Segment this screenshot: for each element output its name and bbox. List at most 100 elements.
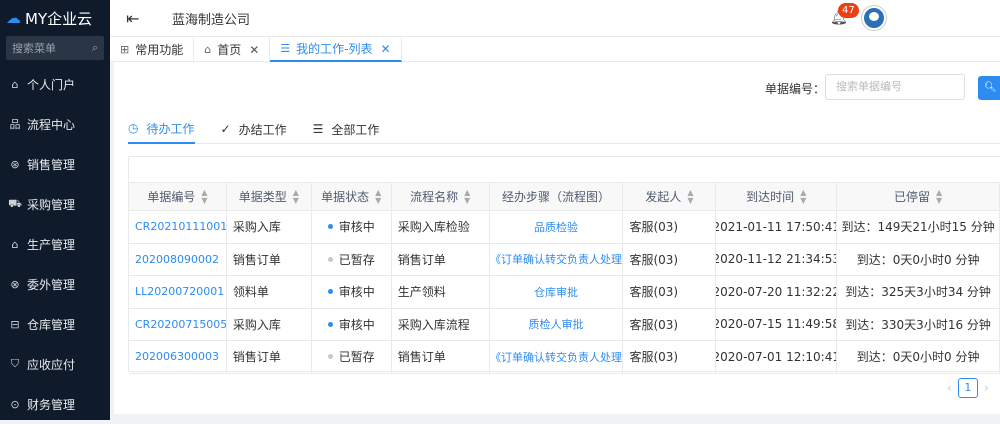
logo-text: MY企业云 [25,9,93,28]
work-table: 单据编号 ▲ ▼ 单据类型 ▲ ▼ 单据状态 ▲ ▼ 流程名称 ▲ ▼ 经办步骤（流程图） 发起人 ▲ ▼ 到达… [128,156,1000,374]
sidebar-item[interactable]: ⊛ 销售管理 [0,144,110,184]
sidebar-item[interactable]: ⊗ 委外管理 [0,264,110,304]
logo[interactable]: ☁ MY企业云 [0,0,110,36]
dollar-icon: ⊛ [10,157,20,171]
close-icon[interactable]: ✕ [381,42,391,56]
sidebar-item[interactable]: ⛉ 应收应付 [0,344,110,384]
status-cell: 审核中 [312,276,392,308]
page-number[interactable]: 1 [957,378,978,398]
work-tab[interactable]: ✓ 办结工作 [221,114,287,144]
doc-number-search-input[interactable]: 搜索单据编号 [825,74,965,100]
column-header-label: 经办步骤（流程图） [502,190,611,204]
warehouse-icon: ⊟ [10,317,20,331]
doc-type-cell: 采购入库 [227,211,312,243]
sidebar-item[interactable]: ⊟ 仓库管理 [0,304,110,344]
status-badge: 审核中 [338,317,375,332]
column-header-label: 单据编号 [147,190,196,204]
step-link[interactable]: 《订单确认转交负责人处理 [490,243,624,275]
sidebar-item-label: 销售管理 [27,157,76,172]
column-header[interactable]: 已停留 ▲ ▼ [837,183,1000,210]
status-cell: 已暂存 [312,243,392,275]
doc-number-link[interactable]: 202006300003 [129,341,227,373]
page-tab-label: 常用功能 [135,43,184,57]
doc-number-link[interactable]: 202008090002 [129,243,227,275]
table-row: CR20200715005 采购入库 审核中 采购入库流程 质检人审批 客服(03) 202… [129,308,1000,341]
sidebar-item-label: 生产管理 [27,237,76,252]
sidebar-item[interactable]: ⌂ 个人门户 [0,64,110,104]
work-tab[interactable]: ☰ 全部工作 [313,114,380,144]
page-tab[interactable]: ⊞ 常用功能 [110,37,195,62]
sort-icon[interactable]: ▲ ▼ [375,188,381,205]
initiator-cell: 客服(03) [623,211,717,243]
sidebar-item-label: 仓库管理 [27,317,76,332]
status-dot [327,224,333,230]
column-header[interactable]: 流程名称 ▲ ▼ [392,183,490,210]
table-header: 单据编号 ▲ ▼ 单据类型 ▲ ▼ 单据状态 ▲ ▼ 流程名称 ▲ ▼ 经办步骤（流程图） 发起人 ▲ ▼ 到达… [129,183,1000,211]
status-badge: 审核中 [338,285,375,300]
column-header[interactable]: 单据类型 ▲ ▼ [227,183,312,210]
sidebar-item[interactable]: ⛟ 采购管理 [0,184,110,224]
doc-type-cell: 采购入库 [227,308,312,340]
column-header[interactable]: 到达时间 ▲ ▼ [716,183,838,210]
prev-page-icon[interactable]: ‹ [947,381,952,395]
doc-type-cell: 销售订单 [227,243,312,275]
notification-badge: 47 [838,3,859,18]
sidebar-item[interactable]: ⊙ 财务管理 [0,384,110,424]
sidebar-item-label: 个人门户 [27,77,76,92]
step-link[interactable]: 质检人审批 [490,308,624,340]
doc-number-link[interactable]: LL20200720001 [129,276,227,308]
search-icon: 🔍︎ [984,82,997,93]
shield-icon: ⛉ [10,357,20,370]
menu-search-input[interactable]: 搜索菜单 ⌕ [6,36,104,60]
column-header[interactable]: 发起人 ▲ ▼ [623,183,717,210]
table-row: 202006300003 销售订单 已暂存 销售订单 《订单确认转交负责人处理 客服(03… [129,341,1000,374]
doc-number-link[interactable]: CR20210111001 [129,211,227,243]
page-tab[interactable]: ☰ 我的工作-列表 ✕ [270,37,402,62]
doc-number-link[interactable]: CR20200715005 [129,308,227,340]
work-tabs: ◷ 待办工作 ✓ 办结工作 ☰ 全部工作 [128,114,1000,144]
close-icon[interactable]: ✕ [249,43,259,57]
sort-icon[interactable]: ▲ ▼ [293,188,299,205]
column-header[interactable]: 经办步骤（流程图） [490,183,624,210]
status-dot [327,354,333,360]
cart-icon: ⛟ [8,196,22,210]
column-header-label: 已停留 [894,190,931,204]
sort-icon[interactable]: ▲ ▼ [201,188,207,205]
page-tab[interactable]: ⌂ 首页 ✕ [194,37,271,62]
flow-name-cell: 生产领料 [392,276,490,308]
pagination: ‹ 1 › [941,378,995,398]
sidebar-item-label: 流程中心 [27,117,76,132]
sort-icon[interactable]: ▲ ▼ [687,188,693,205]
sidebar-item-label: 应收应付 [27,357,76,372]
status-dot [327,289,333,295]
sort-icon[interactable]: ▲ ▼ [464,188,470,205]
sidebar-item[interactable]: ⌂ 生产管理 [0,224,110,264]
company-name: 蓝海制造公司 [172,12,251,28]
step-link[interactable]: 《订单确认转交负责人处理 [490,341,624,373]
arrival-time-cell: 2020-07-01 12:10:41 [716,341,838,373]
menu-search-placeholder: 搜索菜单 [12,42,56,55]
avatar[interactable] [862,6,886,30]
page-tab-label: 首页 [217,43,242,57]
sidebar-item-label: 采购管理 [27,197,76,212]
sidebar-menu: ⌂ 个人门户品流程中心 ⊛ 销售管理 ⛟ 采购管理 ⌂ 生产管理 ⊗ 委外管理 ⊟ 仓库管理 ⛉ 应收应付… [0,64,110,424]
search-button[interactable]: 🔍︎ [978,76,1000,100]
work-tab[interactable]: ◷ 待办工作 [128,114,195,144]
work-tab-label: 全部工作 [331,122,380,137]
doc-type-cell: 销售订单 [227,341,312,373]
menu-toggle-icon[interactable]: ⇤ [126,9,156,28]
sort-icon[interactable]: ▲ ▼ [800,188,806,205]
initiator-cell: 客服(03) [623,341,717,373]
cloud-icon: ☁ [6,9,21,27]
step-link[interactable]: 仓库审批 [490,276,624,308]
column-header[interactable]: 单据状态 ▲ ▼ [312,183,392,210]
flow-icon: 品 [9,118,21,131]
step-link[interactable]: 品质检验 [490,211,624,243]
work-tab-label: 办结工作 [238,122,287,137]
next-page-icon[interactable]: › [984,381,989,395]
sort-icon[interactable]: ▲ ▼ [936,188,942,205]
flow-name-cell: 采购入库检验 [392,211,490,243]
stay-duration-cell: 到达：0天0小时0 分钟 [837,341,1000,373]
column-header[interactable]: 单据编号 ▲ ▼ [129,183,227,210]
sidebar-item[interactable]: 品流程中心 [0,104,110,144]
